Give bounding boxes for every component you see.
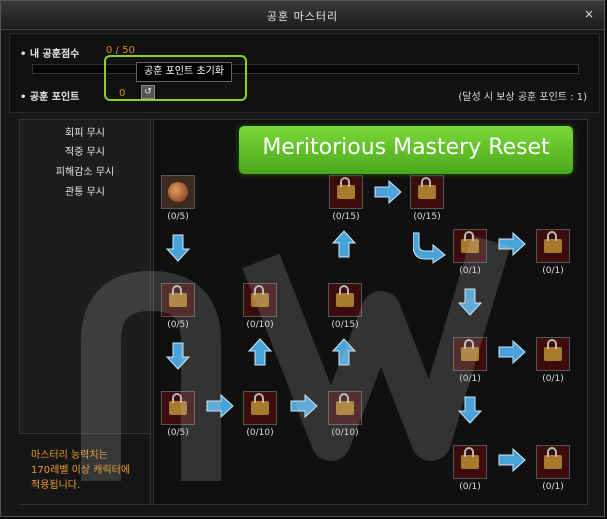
- node-count: (0/1): [542, 374, 564, 384]
- score-label: • 내 공훈점수: [20, 49, 80, 60]
- lock-icon: [544, 339, 562, 361]
- lock-icon: [544, 447, 562, 469]
- reset-banner: Meritorious Mastery Reset: [239, 126, 573, 174]
- category-item[interactable]: 회피 무시: [20, 124, 150, 139]
- mastery-node[interactable]: [536, 229, 570, 263]
- close-icon[interactable]: ×: [584, 7, 594, 21]
- mastery-node[interactable]: [536, 445, 570, 479]
- stats-panel: • 내 공훈점수 0 / 50 • 공훈 포인트 0 ↺ (달성 시 보상 공훈…: [9, 33, 600, 113]
- points-label: • 공훈 포인트: [20, 92, 80, 103]
- window-title: 공훈 마스터리: [266, 10, 339, 23]
- node-count: (0/1): [542, 266, 564, 276]
- node-count: (0/1): [542, 482, 564, 492]
- watermark-logo: [81, 235, 511, 481]
- reward-text: (달성 시 보상 공훈 포인트 : 1): [458, 92, 587, 103]
- reset-tooltip: 공훈 포인트 초기화: [136, 62, 232, 82]
- banner-text: Meritorious Mastery Reset: [262, 135, 550, 160]
- mastery-node[interactable]: [536, 337, 570, 371]
- title-bar[interactable]: 공훈 마스터리 ×: [1, 1, 604, 30]
- mastery-window: 공훈 마스터리 × • 내 공훈점수 0 / 50 • 공훈 포인트 0 ↺ (…: [0, 0, 605, 517]
- lock-icon: [544, 231, 562, 253]
